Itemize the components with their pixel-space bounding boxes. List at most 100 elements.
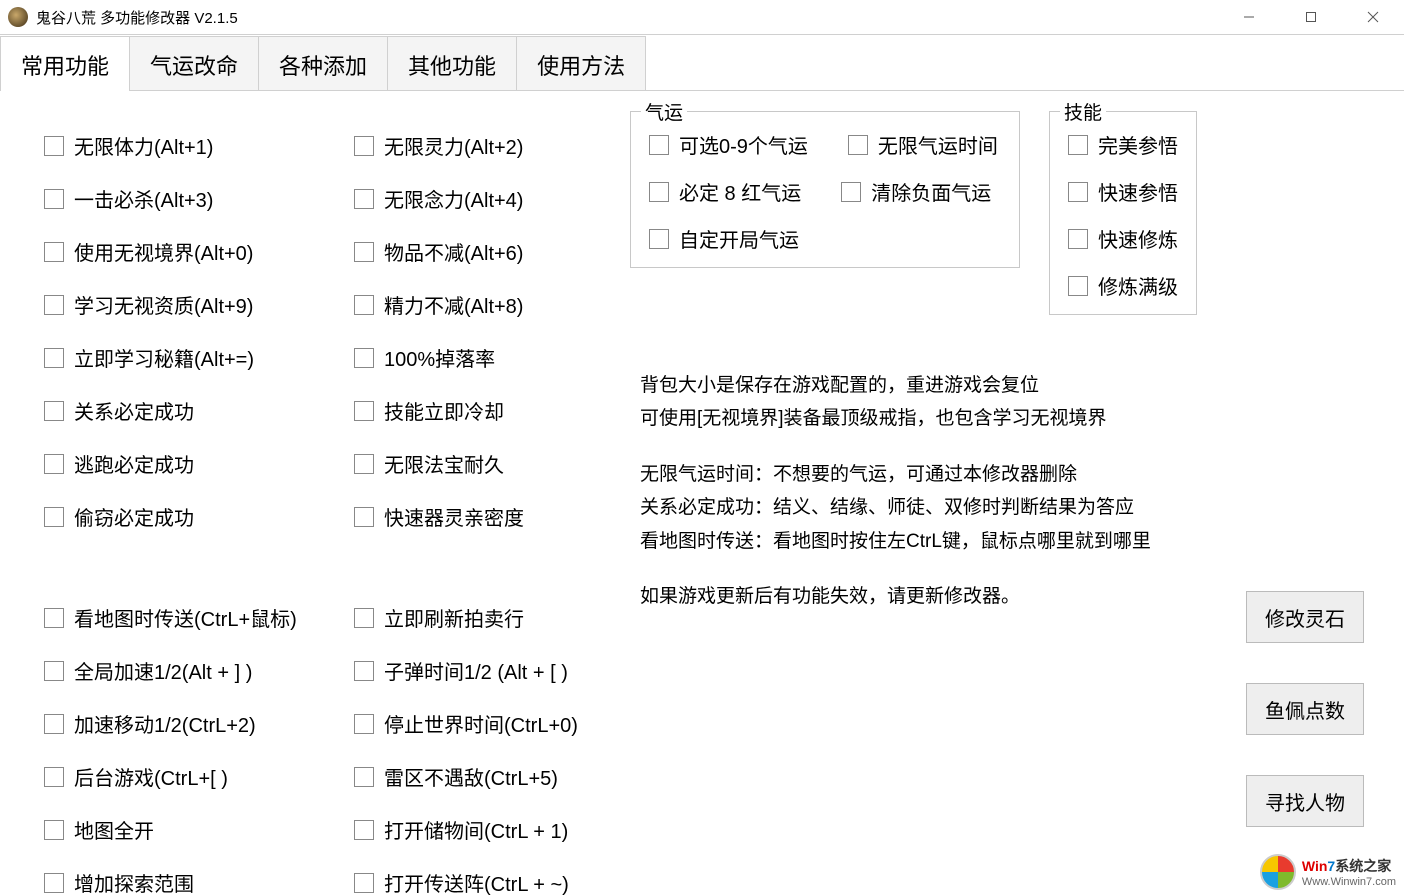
opt-mid-9-checkbox[interactable] <box>354 608 374 628</box>
maximize-button[interactable] <box>1280 0 1342 34</box>
opt-left-3-label: 学习无视资质(Alt+9) <box>74 290 253 319</box>
opt-left-13-checkbox[interactable] <box>44 820 64 840</box>
opt-mid-7[interactable]: 快速器灵亲密度 <box>354 502 634 531</box>
qiyun-2-0-checkbox[interactable] <box>649 229 669 249</box>
opt-mid-13-checkbox[interactable] <box>354 820 374 840</box>
opt-mid-0-checkbox[interactable] <box>354 136 374 156</box>
find-character-button[interactable]: 寻找人物 <box>1246 775 1364 827</box>
opt-left-5-checkbox[interactable] <box>44 401 64 421</box>
opt-mid-4[interactable]: 100%掉落率 <box>354 343 634 372</box>
opt-left-2[interactable]: 使用无视境界(Alt+0) <box>44 237 354 266</box>
opt-left-4-checkbox[interactable] <box>44 348 64 368</box>
qiyun-0-1-checkbox[interactable] <box>848 135 868 155</box>
opt-left-5[interactable]: 关系必定成功 <box>44 396 354 425</box>
opt-mid-13[interactable]: 打开储物间(CtrL + 1) <box>354 815 634 844</box>
skill-3-checkbox[interactable] <box>1068 276 1088 296</box>
minimize-button[interactable] <box>1218 0 1280 34</box>
opt-left-7-checkbox[interactable] <box>44 507 64 527</box>
skill-1[interactable]: 快速参悟 <box>1068 177 1178 206</box>
skill-2-label: 快速修炼 <box>1098 224 1178 253</box>
opt-mid-2-checkbox[interactable] <box>354 242 374 262</box>
opt-mid-11-checkbox[interactable] <box>354 714 374 734</box>
skill-3[interactable]: 修炼满级 <box>1068 271 1178 300</box>
qiyun-1-1-checkbox[interactable] <box>841 182 861 202</box>
qiyun-0-1[interactable]: 无限气运时间 <box>848 130 998 159</box>
tab-luck[interactable]: 气运改命 <box>129 36 259 91</box>
app-window: 鬼谷八荒 多功能修改器 V2.1.5 常用功能 气运改命 各种添加 其他功能 使… <box>0 0 1404 896</box>
opt-left-12-label: 后台游戏(CtrL+[ ) <box>74 762 228 791</box>
qiyun-1-1[interactable]: 清除负面气运 <box>841 177 991 206</box>
opt-left-14[interactable]: 增加探索范围 <box>44 868 354 896</box>
opt-mid-12-checkbox[interactable] <box>354 767 374 787</box>
opt-left-10-label: 全局加速1/2(Alt + ] ) <box>74 656 252 685</box>
tab-add[interactable]: 各种添加 <box>258 36 388 91</box>
opt-left-13-label: 地图全开 <box>74 815 154 844</box>
opt-left-12[interactable]: 后台游戏(CtrL+[ ) <box>44 762 354 791</box>
opt-mid-6[interactable]: 无限法宝耐久 <box>354 449 634 478</box>
opt-mid-1-checkbox[interactable] <box>354 189 374 209</box>
tab-help[interactable]: 使用方法 <box>516 36 646 91</box>
qiyun-1-0[interactable]: 必定 8 红气运 <box>649 177 801 206</box>
opt-mid-9[interactable]: 立即刷新拍卖行 <box>354 603 634 632</box>
opt-left-1[interactable]: 一击必杀(Alt+3) <box>44 184 354 213</box>
tab-panel-common: 无限体力(Alt+1) 一击必杀(Alt+3) 使用无视境界(Alt+0) 学习无视资… <box>0 90 1404 896</box>
skill-1-label: 快速参悟 <box>1098 177 1178 206</box>
opt-mid-5-checkbox[interactable] <box>354 401 374 421</box>
opt-left-3[interactable]: 学习无视资质(Alt+9) <box>44 290 354 319</box>
opt-left-5-label: 关系必定成功 <box>74 396 194 425</box>
opt-left-10-checkbox[interactable] <box>44 661 64 681</box>
opt-mid-3[interactable]: 精力不减(Alt+8) <box>354 290 634 319</box>
opt-mid-14-checkbox[interactable] <box>354 873 374 893</box>
opt-left-6[interactable]: 逃跑必定成功 <box>44 449 354 478</box>
opt-left-11[interactable]: 加速移动1/2(CtrL+2) <box>44 709 354 738</box>
opt-left-3-checkbox[interactable] <box>44 295 64 315</box>
opt-left-11-checkbox[interactable] <box>44 714 64 734</box>
opt-mid-3-checkbox[interactable] <box>354 295 374 315</box>
opt-left-6-label: 逃跑必定成功 <box>74 449 194 478</box>
opt-mid-4-checkbox[interactable] <box>354 348 374 368</box>
opt-mid-6-checkbox[interactable] <box>354 454 374 474</box>
opt-mid-11[interactable]: 停止世界时间(CtrL+0) <box>354 709 634 738</box>
opt-left-9[interactable]: 看地图时传送(CtrL+鼠标) <box>44 603 354 632</box>
opt-left-13[interactable]: 地图全开 <box>44 815 354 844</box>
opt-mid-12[interactable]: 雷区不遇敌(CtrL+5) <box>354 762 634 791</box>
qiyun-0-0[interactable]: 可选0-9个气运 <box>649 130 808 159</box>
opt-left-0-checkbox[interactable] <box>44 136 64 156</box>
opt-left-0[interactable]: 无限体力(Alt+1) <box>44 131 354 160</box>
opt-mid-5[interactable]: 技能立即冷却 <box>354 396 634 425</box>
action-buttons: 修改灵石 鱼佩点数 寻找人物 <box>1246 591 1364 827</box>
tab-other[interactable]: 其他功能 <box>387 36 517 91</box>
opt-mid-1[interactable]: 无限念力(Alt+4) <box>354 184 634 213</box>
skill-2-checkbox[interactable] <box>1068 229 1088 249</box>
opt-left-2-checkbox[interactable] <box>44 242 64 262</box>
qiyun-1-0-checkbox[interactable] <box>649 182 669 202</box>
opt-mid-14[interactable]: 打开传送阵(CtrL + ~) <box>354 868 634 896</box>
skill-1-checkbox[interactable] <box>1068 182 1088 202</box>
edit-lingshi-button[interactable]: 修改灵石 <box>1246 591 1364 643</box>
opt-left-14-checkbox[interactable] <box>44 873 64 893</box>
yupei-points-button[interactable]: 鱼佩点数 <box>1246 683 1364 735</box>
qiyun-0-0-checkbox[interactable] <box>649 135 669 155</box>
opt-mid-5-label: 技能立即冷却 <box>384 396 504 425</box>
opt-left-7[interactable]: 偷窃必定成功 <box>44 502 354 531</box>
skill-0[interactable]: 完美参悟 <box>1068 130 1178 159</box>
skill-0-checkbox[interactable] <box>1068 135 1088 155</box>
opt-mid-0[interactable]: 无限灵力(Alt+2) <box>354 131 634 160</box>
opt-left-1-checkbox[interactable] <box>44 189 64 209</box>
qiyun-2-0[interactable]: 自定开局气运 <box>649 224 799 253</box>
tab-common[interactable]: 常用功能 <box>0 36 130 91</box>
opt-mid-10-checkbox[interactable] <box>354 661 374 681</box>
opt-left-4[interactable]: 立即学习秘籍(Alt+=) <box>44 343 354 372</box>
app-icon <box>8 7 28 27</box>
groupbox-skill-title: 技能 <box>1060 98 1106 125</box>
opt-left-6-checkbox[interactable] <box>44 454 64 474</box>
opt-left-10[interactable]: 全局加速1/2(Alt + ] ) <box>44 656 354 685</box>
opt-left-9-checkbox[interactable] <box>44 608 64 628</box>
opt-mid-2[interactable]: 物品不减(Alt+6) <box>354 237 634 266</box>
opt-mid-7-checkbox[interactable] <box>354 507 374 527</box>
opt-mid-10[interactable]: 子弹时间1/2 (Alt + [ ) <box>354 656 634 685</box>
opt-left-12-checkbox[interactable] <box>44 767 64 787</box>
watermark: Win7系统之家 Www.Winwin7.com <box>1260 854 1396 890</box>
skill-2[interactable]: 快速修炼 <box>1068 224 1178 253</box>
close-button[interactable] <box>1342 0 1404 34</box>
